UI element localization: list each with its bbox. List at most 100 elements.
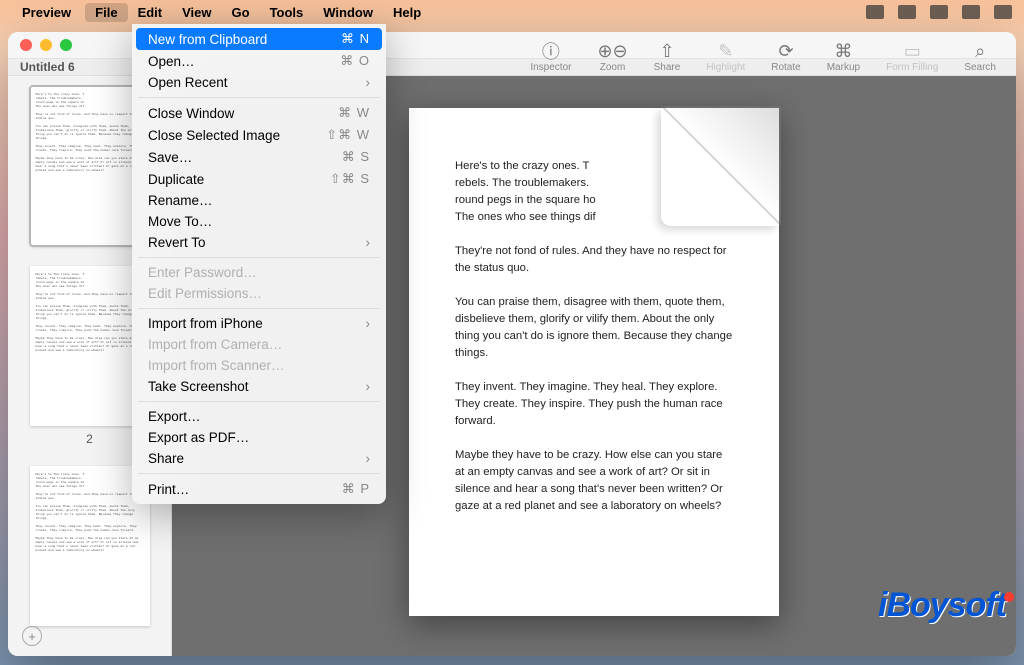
menu-item-label: Export… xyxy=(148,409,201,424)
menu-item-label: Edit Permissions… xyxy=(148,286,262,301)
menu-item-import-from-camera: Import from Camera… xyxy=(136,334,382,355)
watermark: iBoysoft xyxy=(878,586,1014,625)
menubar-menu-view[interactable]: View xyxy=(172,3,221,22)
toolbar-label: Inspector xyxy=(530,62,571,73)
chevron-right-icon: › xyxy=(366,451,371,466)
menu-item-save[interactable]: Save… ⌘ S xyxy=(136,146,382,168)
toolbar-inspector[interactable]: ⓘInspector xyxy=(520,38,581,75)
add-page-button[interactable]: + xyxy=(22,626,42,646)
system-menubar: Preview FileEditViewGoToolsWindowHelp xyxy=(0,0,1024,24)
menu-item-label: Import from iPhone xyxy=(148,316,263,331)
status-icon[interactable] xyxy=(866,5,884,19)
status-icon[interactable] xyxy=(962,5,980,19)
inspector-icon: ⓘ xyxy=(542,40,560,62)
status-icon[interactable] xyxy=(898,5,916,19)
menu-item-label: Revert To xyxy=(148,235,206,250)
toolbar-label: Highlight xyxy=(706,62,745,73)
document-paragraph: They invent. They imagine. They heal. Th… xyxy=(455,379,733,430)
menu-item-enter-password: Enter Password… xyxy=(136,262,382,283)
menu-shortcut: ⇧⌘ S xyxy=(330,171,370,187)
menubar-app-name[interactable]: Preview xyxy=(22,5,71,20)
toolbar-label: Zoom xyxy=(600,62,626,73)
menu-item-label: Save… xyxy=(148,150,192,165)
menu-item-label: Move To… xyxy=(148,214,212,229)
menu-item-label: Close Window xyxy=(148,106,234,121)
menu-item-export-as-pdf[interactable]: Export as PDF… xyxy=(136,427,382,448)
toolbar-label: Rotate xyxy=(771,62,800,73)
highlight-icon: ✎ xyxy=(718,40,733,62)
menu-item-label: Share xyxy=(148,451,184,466)
menubar-menu-tools[interactable]: Tools xyxy=(260,3,314,22)
menu-item-close-selected-image[interactable]: Close Selected Image ⇧⌘ W xyxy=(136,124,382,146)
menu-separator xyxy=(138,257,380,258)
form-filling-icon: ▭ xyxy=(904,40,921,62)
menu-item-label: Import from Scanner… xyxy=(148,358,285,373)
status-icon[interactable] xyxy=(994,5,1012,19)
menubar-menu-window[interactable]: Window xyxy=(313,3,383,22)
menu-item-open-recent[interactable]: Open Recent › xyxy=(136,72,382,93)
chevron-right-icon: › xyxy=(366,379,371,394)
menu-item-print[interactable]: Print… ⌘ P xyxy=(136,478,382,500)
markup-icon: ⌘ xyxy=(834,40,852,62)
menu-item-label: Duplicate xyxy=(148,172,204,187)
menu-item-export[interactable]: Export… xyxy=(136,406,382,427)
status-icon[interactable] xyxy=(930,5,948,19)
rotate-icon: ⟳ xyxy=(778,40,793,62)
menu-item-duplicate[interactable]: Duplicate ⇧⌘ S xyxy=(136,168,382,190)
chevron-right-icon: › xyxy=(366,75,371,90)
menu-separator xyxy=(138,97,380,98)
document-page: Here's to the crazy ones. T rebels. The … xyxy=(409,108,779,616)
window-toolbar: ⓘInspector⊕⊖Zoom⇧Share✎Highlight⟳Rotate⌘… xyxy=(520,38,1006,75)
toolbar-label: Form Filling xyxy=(886,62,938,73)
menu-item-label: Take Screenshot xyxy=(148,379,249,394)
share-icon: ⇧ xyxy=(659,40,674,62)
toolbar-label: Share xyxy=(654,62,681,73)
file-menu-dropdown: New from Clipboard⌘ N Open… ⌘ O Open Recent… xyxy=(132,24,386,504)
menu-item-label: Open… xyxy=(148,54,195,69)
menu-shortcut: ⌘ O xyxy=(340,53,370,69)
menu-item-label: Rename… xyxy=(148,193,213,208)
menu-item-revert-to[interactable]: Revert To › xyxy=(136,232,382,253)
menu-item-take-screenshot[interactable]: Take Screenshot › xyxy=(136,376,382,397)
menu-item-label: Import from Camera… xyxy=(148,337,282,352)
toolbar-search[interactable]: ⌕Search xyxy=(954,38,1006,75)
menu-item-edit-permissions: Edit Permissions… xyxy=(136,283,382,304)
toolbar-zoom[interactable]: ⊕⊖Zoom xyxy=(587,38,637,75)
menubar-status-icons xyxy=(866,5,1012,19)
menu-shortcut: ⌘ P xyxy=(342,481,370,497)
menu-shortcut: ⌘ S xyxy=(342,149,370,165)
menu-item-label: Enter Password… xyxy=(148,265,257,280)
menu-item-label: Close Selected Image xyxy=(148,128,280,143)
menu-separator xyxy=(138,401,380,402)
chevron-right-icon: › xyxy=(366,316,371,331)
minimize-window-button[interactable] xyxy=(40,39,52,51)
chevron-right-icon: › xyxy=(366,235,371,250)
toolbar-label: Search xyxy=(964,62,996,73)
zoom-icon: ⊕⊖ xyxy=(597,40,627,62)
document-tab[interactable]: Untitled 6 xyxy=(20,60,75,74)
menu-item-new-from-clipboard[interactable]: New from Clipboard⌘ N xyxy=(136,28,382,50)
menu-item-move-to[interactable]: Move To… xyxy=(136,211,382,232)
menubar-menu-edit[interactable]: Edit xyxy=(128,3,173,22)
zoom-window-button[interactable] xyxy=(60,39,72,51)
menubar-menu-help[interactable]: Help xyxy=(383,3,431,22)
menu-shortcut: ⇧⌘ W xyxy=(326,127,370,143)
menu-item-share[interactable]: Share › xyxy=(136,448,382,469)
menu-item-close-window[interactable]: Close Window⌘ W xyxy=(136,102,382,124)
page-curl-decoration xyxy=(659,108,779,228)
toolbar-markup[interactable]: ⌘Markup xyxy=(817,38,870,75)
menu-item-open[interactable]: Open… ⌘ O xyxy=(136,50,382,72)
close-window-button[interactable] xyxy=(20,39,32,51)
menu-item-import-from-scanner: Import from Scanner… xyxy=(136,355,382,376)
document-paragraph: You can praise them, disagree with them,… xyxy=(455,294,733,362)
toolbar-share[interactable]: ⇧Share xyxy=(644,38,691,75)
menubar-menu-go[interactable]: Go xyxy=(222,3,260,22)
menu-item-label: Open Recent xyxy=(148,75,228,90)
menu-item-rename[interactable]: Rename… xyxy=(136,190,382,211)
menu-shortcut: ⌘ N xyxy=(341,31,370,47)
menu-item-import-from-iphone[interactable]: Import from iPhone › xyxy=(136,313,382,334)
menu-item-label: Print… xyxy=(148,482,189,497)
toolbar-rotate[interactable]: ⟳Rotate xyxy=(761,38,810,75)
menubar-menu-file[interactable]: File xyxy=(85,3,127,22)
menu-separator xyxy=(138,473,380,474)
